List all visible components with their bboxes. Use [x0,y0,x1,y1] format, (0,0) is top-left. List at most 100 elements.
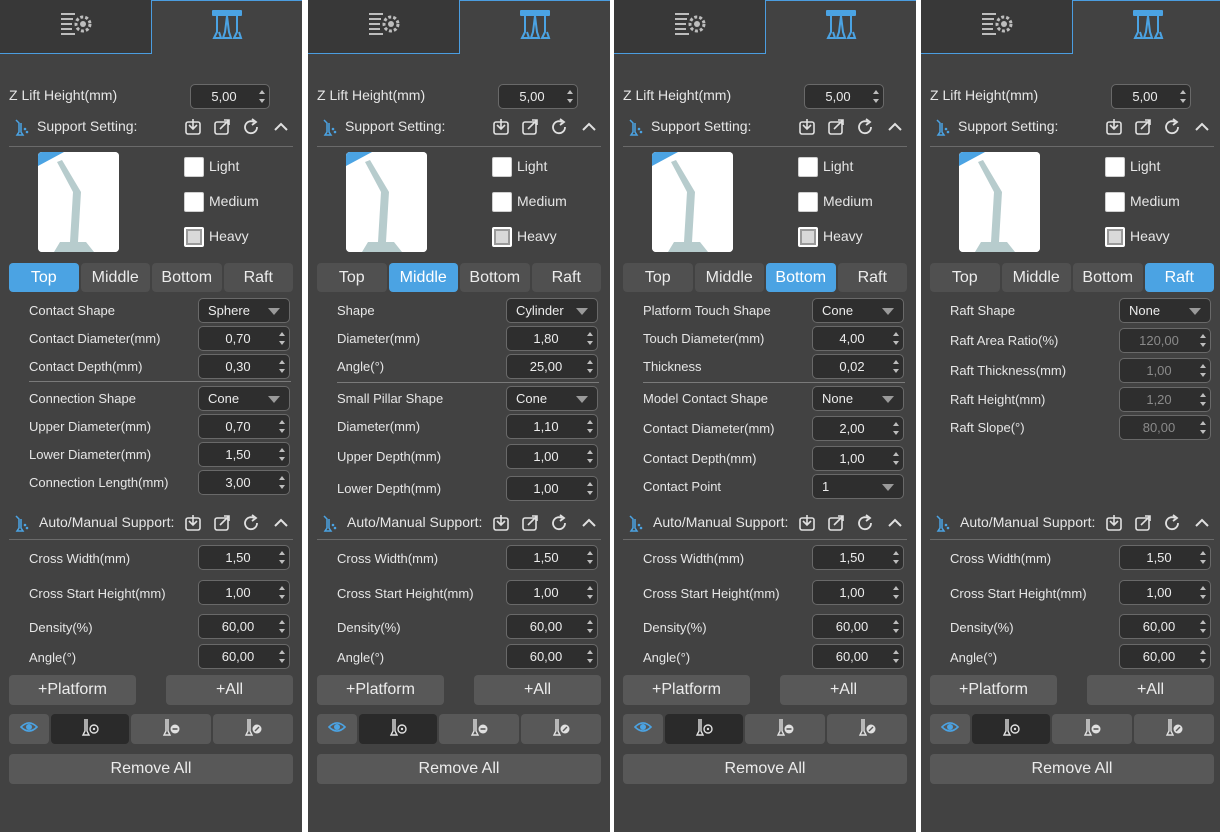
preset-checkbox-light[interactable] [1105,157,1125,177]
tab-raft[interactable]: Raft [1144,263,1214,292]
tab-top[interactable]: Top [9,263,79,292]
tab-support[interactable] [151,0,302,54]
spinner-arrows-icon[interactable] [279,360,286,373]
toggle-visibility-button[interactable] [930,714,970,744]
spinner-arrows-icon[interactable] [279,586,286,599]
contact-depth-mm-input[interactable]: 0,30 [198,354,290,379]
spinner-arrows-icon[interactable] [587,620,594,633]
refresh-icon[interactable] [1163,514,1181,537]
spinner-arrows-icon[interactable] [1200,393,1207,406]
lower-depth-mm-input[interactable]: 1,00 [506,476,598,501]
touch-diameter-mm-input[interactable]: 4,00 [812,326,904,351]
connection-length-mm-input[interactable]: 3,00 [198,470,290,495]
spinner-arrows-icon[interactable] [893,620,900,633]
small-pillar-shape-select[interactable]: Cone [506,386,598,411]
spinner-arrows-icon[interactable] [1200,364,1207,377]
angle-input[interactable]: 60,00 [198,644,290,669]
spinner-arrows-icon[interactable] [1200,421,1207,434]
export-icon[interactable] [827,514,845,537]
angle-input[interactable]: 25,00 [506,354,598,379]
cross-start-height-mm-input[interactable]: 1,00 [506,580,598,605]
preset-checkbox-medium[interactable] [798,192,818,212]
toggle-visibility-button[interactable] [317,714,357,744]
spinner-arrows-icon[interactable] [893,332,900,345]
density-input[interactable]: 60,00 [1119,614,1211,639]
spinner-arrows-icon[interactable] [279,332,286,345]
add-support-point-button[interactable] [359,714,437,744]
tab-middle[interactable]: Middle [388,263,458,292]
preset-checkbox-heavy[interactable] [1105,227,1125,247]
chevron-up-icon[interactable] [580,514,598,537]
spinner-arrows-icon[interactable] [893,650,900,663]
platform-touch-shape-select[interactable]: Cone [812,298,904,323]
export-icon[interactable] [827,118,845,141]
raft-slope-input[interactable]: 80,00 [1119,415,1211,440]
remove-support-point-button[interactable] [745,714,825,744]
refresh-icon[interactable] [856,118,874,141]
edit-support-point-button[interactable] [213,714,293,744]
edit-support-point-button[interactable] [521,714,601,744]
spinner-arrows-icon[interactable] [587,482,594,495]
spinner-arrows-icon[interactable] [1200,334,1207,347]
spinner-arrows-icon[interactable] [893,586,900,599]
spinner-arrows-icon[interactable] [1180,90,1187,103]
chevron-up-icon[interactable] [272,514,290,537]
model-contact-shape-select[interactable]: None [812,386,904,411]
preset-checkbox-medium[interactable] [492,192,512,212]
upper-depth-mm-input[interactable]: 1,00 [506,444,598,469]
contact-depth-mm-input[interactable]: 1,00 [812,446,904,471]
tab-bottom[interactable]: Bottom [152,263,222,292]
refresh-icon[interactable] [550,118,568,141]
spinner-arrows-icon[interactable] [587,420,594,433]
remove-all-button[interactable]: Remove All [9,754,293,784]
angle-input[interactable]: 60,00 [812,644,904,669]
preset-checkbox-heavy[interactable] [184,227,204,247]
tab-middle[interactable]: Middle [80,263,150,292]
remove-support-point-button[interactable] [131,714,211,744]
spinner-arrows-icon[interactable] [587,360,594,373]
remove-support-point-button[interactable] [1052,714,1132,744]
upper-diameter-mm-input[interactable]: 0,70 [198,414,290,439]
spinner-arrows-icon[interactable] [1200,551,1207,564]
spinner-arrows-icon[interactable] [279,650,286,663]
tab-bottom[interactable]: Bottom [460,263,530,292]
cross-width-mm-input[interactable]: 1,50 [812,545,904,570]
spinner-arrows-icon[interactable] [873,90,880,103]
import-icon[interactable] [1105,514,1123,537]
cross-width-mm-input[interactable]: 1,50 [1119,545,1211,570]
import-icon[interactable] [798,514,816,537]
density-input[interactable]: 60,00 [812,614,904,639]
cross-start-height-mm-input[interactable]: 1,00 [812,580,904,605]
add-all-button[interactable]: +All [1087,675,1214,705]
chevron-up-icon[interactable] [580,118,598,141]
z-lift-input[interactable]: 5,00 [498,84,578,109]
add-platform-button[interactable]: +Platform [930,675,1057,705]
spinner-arrows-icon[interactable] [279,476,286,489]
spinner-arrows-icon[interactable] [279,620,286,633]
contact-diameter-mm-input[interactable]: 0,70 [198,326,290,351]
export-icon[interactable] [1134,514,1152,537]
toggle-visibility-button[interactable] [9,714,49,744]
chevron-up-icon[interactable] [1193,514,1211,537]
raft-thickness-mm-input[interactable]: 1,00 [1119,358,1211,383]
angle-input[interactable]: 60,00 [1119,644,1211,669]
add-all-button[interactable]: +All [166,675,293,705]
preset-checkbox-heavy[interactable] [492,227,512,247]
refresh-icon[interactable] [1163,118,1181,141]
preset-checkbox-medium[interactable] [184,192,204,212]
density-input[interactable]: 60,00 [506,614,598,639]
toggle-visibility-button[interactable] [623,714,663,744]
spinner-arrows-icon[interactable] [893,551,900,564]
raft-area-ratio-input[interactable]: 120,00 [1119,328,1211,353]
tab-raft[interactable]: Raft [223,263,293,292]
import-icon[interactable] [1105,118,1123,141]
add-all-button[interactable]: +All [780,675,907,705]
refresh-icon[interactable] [242,514,260,537]
spinner-arrows-icon[interactable] [893,422,900,435]
cross-start-height-mm-input[interactable]: 1,00 [198,580,290,605]
tab-middle[interactable]: Middle [1001,263,1071,292]
spinner-arrows-icon[interactable] [1200,650,1207,663]
tab-raft[interactable]: Raft [837,263,907,292]
spinner-arrows-icon[interactable] [587,450,594,463]
tab-raft[interactable]: Raft [531,263,601,292]
